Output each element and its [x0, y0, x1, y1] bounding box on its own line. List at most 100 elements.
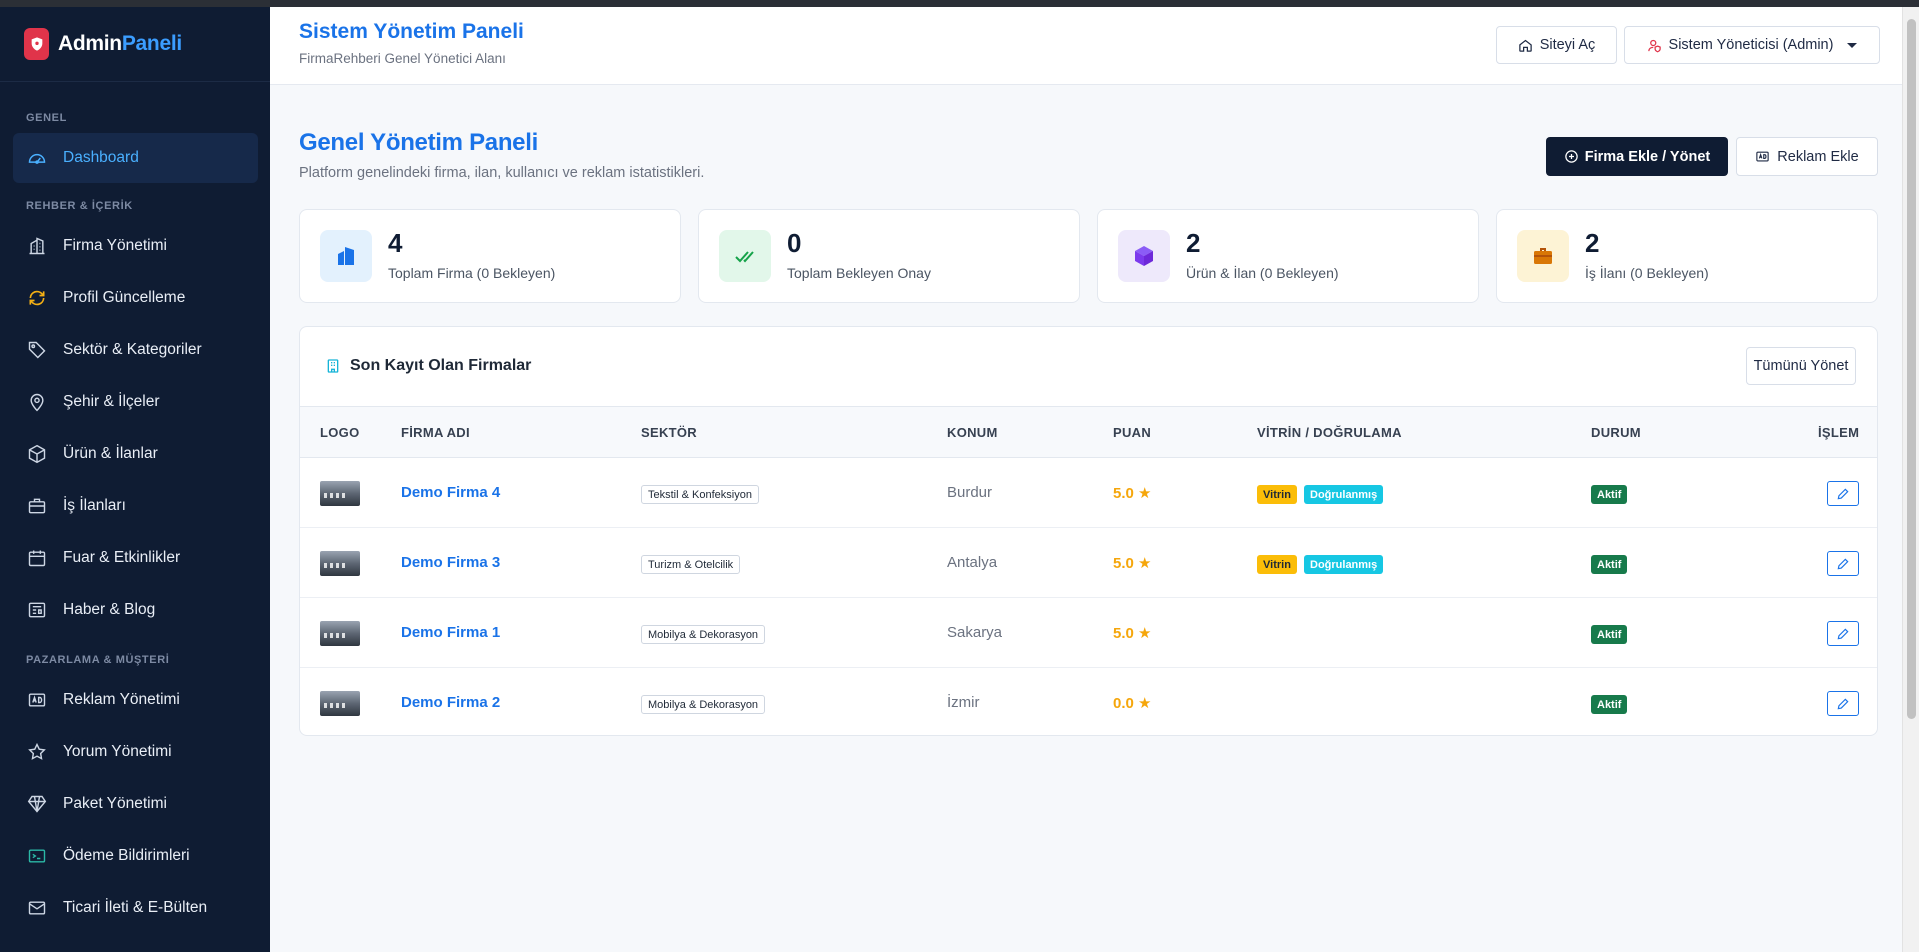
verified-badge: Doğrulanmış — [1304, 555, 1384, 574]
sidebar-item-firma-yonetimi[interactable]: Firma Yönetimi — [13, 221, 258, 271]
sidebar-item-dashboard[interactable]: Dashboard — [13, 133, 258, 183]
scrollbar-thumb[interactable] — [1907, 19, 1916, 719]
firm-name-link[interactable]: Demo Firma 4 — [401, 484, 500, 501]
sector-badge: Mobilya & Dekorasyon — [641, 695, 766, 714]
page-subtitle: Platform genelindeki firma, ilan, kullan… — [299, 165, 705, 181]
table-row: Demo Firma 1 Mobilya & Dekorasyon Sakary… — [300, 598, 1877, 668]
stat-label: Toplam Firma (0 Bekleyen) — [388, 265, 556, 281]
stat-card-jobs[interactable]: 2 İş İlanı (0 Bekleyen) — [1496, 209, 1878, 303]
brand-name-part1: Admin — [58, 32, 122, 55]
stat-card-pending[interactable]: 0 Toplam Bekleyen Onay — [698, 209, 1080, 303]
brand[interactable]: AdminPaneli — [0, 7, 270, 82]
map-pin-icon — [30, 393, 44, 412]
sidebar-item-reklam-yonetimi[interactable]: Reklam Yönetimi — [13, 675, 258, 725]
add-ad-button[interactable]: Reklam Ekle — [1736, 137, 1878, 176]
envelope-icon — [28, 901, 46, 915]
ad-icon — [28, 693, 46, 707]
card-title-text: Son Kayıt Olan Firmalar — [350, 357, 532, 374]
location-text: Sakarya — [947, 624, 1003, 641]
sidebar-item-fuar-etkinlikler[interactable]: Fuar & Etkinlikler — [13, 533, 258, 583]
pencil-icon — [1837, 558, 1849, 569]
stat-value: 0 — [787, 228, 802, 258]
sidebar-item-label: Sektör & Kategoriler — [63, 341, 202, 358]
stat-card-firms[interactable]: 4 Toplam Firma (0 Bekleyen) — [299, 209, 681, 303]
section-title-rehber: REHBER & İÇERİK — [26, 200, 133, 212]
firm-logo — [320, 691, 360, 716]
firm-name-link[interactable]: Demo Firma 3 — [401, 554, 500, 571]
column-header-sector: SEKTÖR — [641, 425, 697, 440]
column-header-location: KONUM — [947, 425, 998, 440]
table-row: Demo Firma 3 Turizm & Otelcilik Antalya … — [300, 528, 1877, 598]
sidebar-item-yorum-yonetimi[interactable]: Yorum Yönetimi — [13, 727, 258, 777]
column-header-logo: LOGO — [320, 425, 360, 440]
sidebar-item-urun-ilanlar[interactable]: Ürün & İlanlar — [13, 429, 258, 479]
window-top-strip — [0, 0, 1919, 7]
edit-button[interactable] — [1827, 621, 1859, 646]
edit-button[interactable] — [1827, 691, 1859, 716]
table-row: Demo Firma 2 Mobilya & Dekorasyon İzmir … — [300, 668, 1877, 735]
header-subtitle: FirmaRehberi Genel Yönetici Alanı — [299, 51, 506, 66]
sidebar-item-haber-blog[interactable]: Haber & Blog — [13, 585, 258, 635]
score-text: 0.0 ★ — [1113, 695, 1152, 712]
card-title: Son Kayıt Olan Firmalar — [325, 357, 531, 375]
status-badge: Aktif — [1591, 695, 1628, 714]
box-icon — [28, 444, 46, 464]
sidebar-item-sektor-kategoriler[interactable]: Sektör & Kategoriler — [13, 325, 258, 375]
sidebar-item-paket-yonetimi[interactable]: Paket Yönetimi — [13, 779, 258, 829]
header-title: Sistem Yönetim Paneli — [299, 20, 524, 43]
add-ad-label: Reklam Ekle — [1777, 148, 1859, 165]
edit-button[interactable] — [1827, 551, 1859, 576]
score-text: 5.0 ★ — [1113, 625, 1152, 642]
sidebar-item-label: Profil Güncelleme — [63, 289, 186, 306]
user-menu-label: Sistem Yöneticisi (Admin) — [1668, 37, 1834, 53]
add-firm-label: Firma Ekle / Yönet — [1584, 148, 1711, 165]
sector-badge: Turizm & Otelcilik — [641, 555, 741, 574]
sidebar-item-label: Haber & Blog — [63, 601, 156, 618]
column-header-firm-name: FİRMA ADI — [401, 425, 470, 440]
stat-card-products[interactable]: 2 Ürün & İlan (0 Bekleyen) — [1097, 209, 1479, 303]
pencil-icon — [1837, 698, 1849, 709]
firm-logo — [320, 551, 360, 576]
firm-name-link[interactable]: Demo Firma 2 — [401, 694, 500, 711]
pencil-icon — [1837, 488, 1849, 499]
status-badge: Aktif — [1591, 485, 1628, 504]
column-header-score: PUAN — [1113, 425, 1152, 440]
sidebar-item-profil-guncelleme[interactable]: Profil Güncelleme — [13, 273, 258, 323]
manage-all-label: Tümünü Yönet — [1753, 358, 1849, 374]
sidebar-item-label: Ticari İleti & E-Bülten — [63, 899, 208, 916]
sidebar-item-is-ilanlari[interactable]: İş İlanları — [13, 481, 258, 531]
open-site-label: Siteyi Aç — [1539, 37, 1596, 53]
section-title-genel: GENEL — [26, 112, 67, 124]
firm-name-link[interactable]: Demo Firma 1 — [401, 624, 500, 641]
stat-value: 4 — [388, 228, 403, 258]
sidebar-item-label: Yorum Yönetimi — [63, 743, 172, 760]
sidebar-item-odeme-bildirimleri[interactable]: Ödeme Bildirimleri — [13, 831, 258, 881]
sidebar-item-ticari-ileti[interactable]: Ticari İleti & E-Bülten — [13, 883, 258, 933]
status-badge: Aktif — [1591, 625, 1628, 644]
sidebar-item-sehir-ilceler[interactable]: Şehir & İlçeler — [13, 377, 258, 427]
open-site-button[interactable]: Siteyi Aç — [1496, 26, 1617, 64]
location-text: İzmir — [947, 694, 980, 711]
pencil-icon — [1837, 628, 1849, 639]
brand-name-part2: Paneli — [121, 32, 182, 55]
manage-all-button[interactable]: Tümünü Yönet — [1746, 347, 1856, 385]
showcase-badge: Vitrin — [1257, 485, 1297, 504]
edit-button[interactable] — [1827, 481, 1859, 506]
calendar-icon — [28, 550, 46, 567]
sidebar-item-label: Paket Yönetimi — [63, 795, 167, 812]
location-text: Burdur — [947, 484, 993, 501]
stat-value: 2 — [1186, 228, 1201, 258]
gauge-icon — [28, 153, 46, 164]
sidebar-item-label: Ürün & İlanlar — [63, 445, 158, 462]
sector-badge: Tekstil & Konfeksiyon — [641, 485, 759, 504]
add-firm-button[interactable]: Firma Ekle / Yönet — [1546, 137, 1728, 176]
card-header: Son Kayıt Olan Firmalar Tümünü Yönet — [300, 327, 1877, 407]
section-title-pazarlama: PAZARLAMA & MÜŞTERİ — [26, 654, 170, 666]
showcase-badge: Vitrin — [1257, 555, 1297, 574]
caret-down-icon — [1847, 42, 1858, 48]
score-text: 5.0 ★ — [1113, 485, 1152, 502]
ad-icon — [1756, 151, 1769, 162]
user-menu-button[interactable]: Sistem Yöneticisi (Admin) — [1624, 26, 1880, 64]
page-scrollbar[interactable] — [1902, 7, 1919, 952]
plus-circle-icon — [1565, 150, 1578, 163]
